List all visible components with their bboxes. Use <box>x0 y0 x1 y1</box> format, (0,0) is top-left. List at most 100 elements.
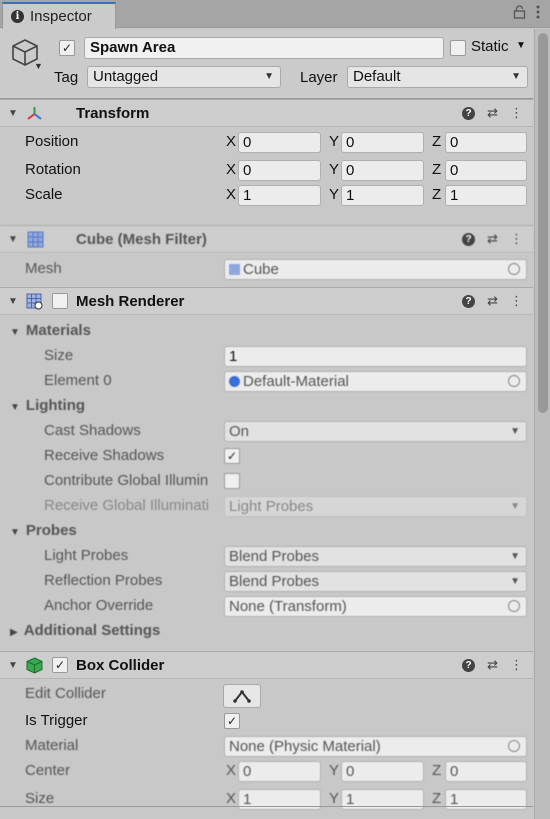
reflection-probes-value: Blend Probes <box>229 573 320 590</box>
gameobject-active-checkbox[interactable]: ✓ <box>59 40 75 56</box>
mesh-filter-title: Cube (Mesh Filter) <box>76 231 207 248</box>
component-menu-icon[interactable]: ⋮ <box>510 657 523 673</box>
fold-arrow-icon[interactable]: ▼ <box>8 660 18 671</box>
tag-dropdown[interactable]: Untagged ▼ <box>87 66 281 88</box>
component-tools: ? ⇄ ⋮ <box>462 657 523 673</box>
edit-collider-button[interactable] <box>223 684 261 708</box>
box-collider-header[interactable]: ▼ ✓ Box Collider ? ⇄ ⋮ <box>0 651 533 679</box>
probes-group[interactable]: ▼ Probes <box>0 519 533 544</box>
box-collider-enabled-checkbox[interactable]: ✓ <box>52 657 68 673</box>
chevron-down-icon: ▼ <box>264 71 274 82</box>
lock-icon[interactable] <box>513 5 526 22</box>
layer-dropdown[interactable]: Default ▼ <box>347 66 528 88</box>
position-y-field[interactable]: 0 <box>341 132 424 153</box>
chevron-down-icon: ▼ <box>510 576 520 587</box>
transform-body: Position X 0 Y 0 Z 0 Rotation X 0 Y 0 Z … <box>0 127 533 225</box>
contribute-gi-checkbox[interactable] <box>224 473 240 489</box>
is-trigger-checkbox[interactable]: ✓ <box>224 713 240 729</box>
scale-z-field[interactable]: 1 <box>445 185 527 206</box>
mesh-renderer-icon <box>26 293 43 310</box>
scale-y-field[interactable]: 1 <box>341 185 424 206</box>
transform-header[interactable]: ▼ Transform ? ⇄ ⋮ <box>0 99 533 127</box>
presets-icon[interactable]: ⇄ <box>487 105 498 121</box>
rotation-x-field[interactable]: 0 <box>238 160 321 181</box>
component-menu-icon[interactable]: ⋮ <box>510 293 523 309</box>
fold-arrow-icon[interactable]: ▼ <box>8 296 18 307</box>
lighting-group[interactable]: ▼ Lighting <box>0 394 533 419</box>
mesh-object-field[interactable]: Cube <box>224 259 527 280</box>
tag-value: Untagged <box>93 68 159 85</box>
presets-icon[interactable]: ⇄ <box>487 231 498 247</box>
chevron-down-icon: ▼ <box>510 501 520 512</box>
mesh-renderer-enabled-checkbox[interactable] <box>52 293 68 309</box>
materials-size-row: Size 1 <box>0 344 533 369</box>
axis-y-label: Y <box>329 762 340 779</box>
center-z-field[interactable]: 0 <box>445 761 527 782</box>
scale-label: Scale <box>25 186 63 203</box>
collider-material-row: Material None (Physic Material) <box>0 734 533 759</box>
additional-settings-group[interactable]: ▶ Additional Settings <box>0 619 533 644</box>
box-collider-title: Box Collider <box>76 657 165 674</box>
object-picker-icon[interactable] <box>508 600 520 612</box>
materials-group[interactable]: ▼ Materials <box>0 319 533 344</box>
position-x-field[interactable]: 0 <box>238 132 321 153</box>
help-icon[interactable]: ? <box>462 106 476 120</box>
center-x-field[interactable]: 0 <box>238 761 321 782</box>
axis-y-label: Y <box>329 186 340 203</box>
light-probes-dropdown[interactable]: Blend Probes ▼ <box>224 546 527 567</box>
help-icon[interactable]: ? <box>462 658 476 672</box>
additional-settings-label: Additional Settings <box>23 622 161 639</box>
center-y-field[interactable]: 0 <box>341 761 424 782</box>
contribute-gi-row: Contribute Global Illumin <box>0 469 533 494</box>
component-menu-icon[interactable]: ⋮ <box>510 105 523 121</box>
reflection-probes-row: Reflection Probes Blend Probes ▼ <box>0 569 533 594</box>
mesh-filter-header[interactable]: ▼ Cube (Mesh Filter) ? ⇄ ⋮ <box>0 225 533 253</box>
position-label: Position <box>25 133 79 150</box>
help-icon[interactable]: ? <box>462 294 476 308</box>
fold-arrow-icon[interactable]: ▼ <box>8 108 18 119</box>
mesh-renderer-header[interactable]: ▼ Mesh Renderer ? ⇄ ⋮ <box>0 287 533 315</box>
info-icon: i <box>11 10 24 23</box>
help-icon[interactable]: ? <box>462 232 476 246</box>
scale-row: Scale X 1 Y 1 Z 1 <box>0 183 533 208</box>
component-menu-icon[interactable]: ⋮ <box>510 231 523 247</box>
position-z-field[interactable]: 0 <box>445 132 527 153</box>
object-picker-icon[interactable] <box>508 740 520 752</box>
receive-gi-label: Receive Global Illuminati <box>44 497 210 514</box>
tab-inspector[interactable]: i Inspector <box>2 2 116 29</box>
menu-dots-icon[interactable] <box>536 5 540 22</box>
presets-icon[interactable]: ⇄ <box>487 293 498 309</box>
fold-arrow-icon[interactable]: ▼ <box>8 234 18 245</box>
collider-size-row: Size X 1 Y 1 Z 1 <box>0 787 533 812</box>
icon-dropdown-caret-icon[interactable]: ▼ <box>34 61 43 71</box>
scrollbar-thumb[interactable] <box>538 33 548 413</box>
cast-shadows-dropdown[interactable]: On ▼ <box>224 421 527 442</box>
collider-material-object-field[interactable]: None (Physic Material) <box>224 736 527 757</box>
rotation-y-field[interactable]: 0 <box>341 160 424 181</box>
static-checkbox[interactable] <box>450 40 466 56</box>
object-picker-icon[interactable] <box>508 375 520 387</box>
anchor-override-object-field[interactable]: None (Transform) <box>224 596 527 617</box>
axis-z-label: Z <box>432 161 442 178</box>
component-tools: ? ⇄ ⋮ <box>462 293 523 309</box>
fold-arrow-icon[interactable]: ▼ <box>10 327 20 338</box>
materials-size-field[interactable]: 1 <box>224 346 527 367</box>
receive-shadows-checkbox[interactable]: ✓ <box>224 448 240 464</box>
fold-arrow-right-icon[interactable]: ▶ <box>10 627 18 638</box>
layer-label: Layer <box>300 69 338 86</box>
fold-arrow-icon[interactable]: ▼ <box>10 527 20 538</box>
receive-gi-value: Light Probes <box>229 498 314 515</box>
presets-icon[interactable]: ⇄ <box>487 657 498 673</box>
rotation-row: Rotation X 0 Y 0 Z 0 <box>0 158 533 183</box>
object-picker-icon[interactable] <box>508 263 520 275</box>
static-dropdown-caret-icon[interactable]: ▼ <box>516 40 526 51</box>
element0-object-field[interactable]: Default-Material <box>224 371 527 392</box>
materials-label: Materials <box>25 322 91 339</box>
fold-arrow-icon[interactable]: ▼ <box>10 402 20 413</box>
gameobject-name-input[interactable]: Spawn Area <box>84 37 444 59</box>
mesh-filter-body: Mesh Cube <box>0 253 533 287</box>
reflection-probes-dropdown[interactable]: Blend Probes ▼ <box>224 571 527 592</box>
scale-x-field[interactable]: 1 <box>238 185 321 206</box>
rotation-z-field[interactable]: 0 <box>445 160 527 181</box>
vertical-scrollbar[interactable] <box>534 29 550 819</box>
